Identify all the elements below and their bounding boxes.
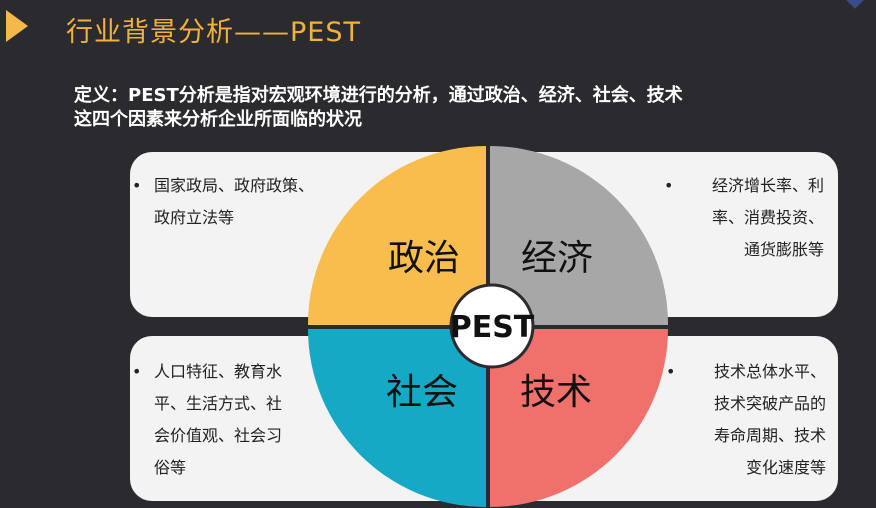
technological-label: 技术 [520, 372, 592, 413]
social-label: 社会 [386, 372, 458, 413]
center-label: PEST [450, 310, 535, 345]
pest-diagram: 政治 经济 社会 技术 PEST [307, 146, 669, 507]
economic-label: 经济 [521, 238, 593, 279]
watermark-logo [836, 440, 876, 490]
political-quadrant [307, 146, 486, 325]
political-label: 政治 [388, 238, 460, 279]
social-quadrant [308, 329, 486, 507]
